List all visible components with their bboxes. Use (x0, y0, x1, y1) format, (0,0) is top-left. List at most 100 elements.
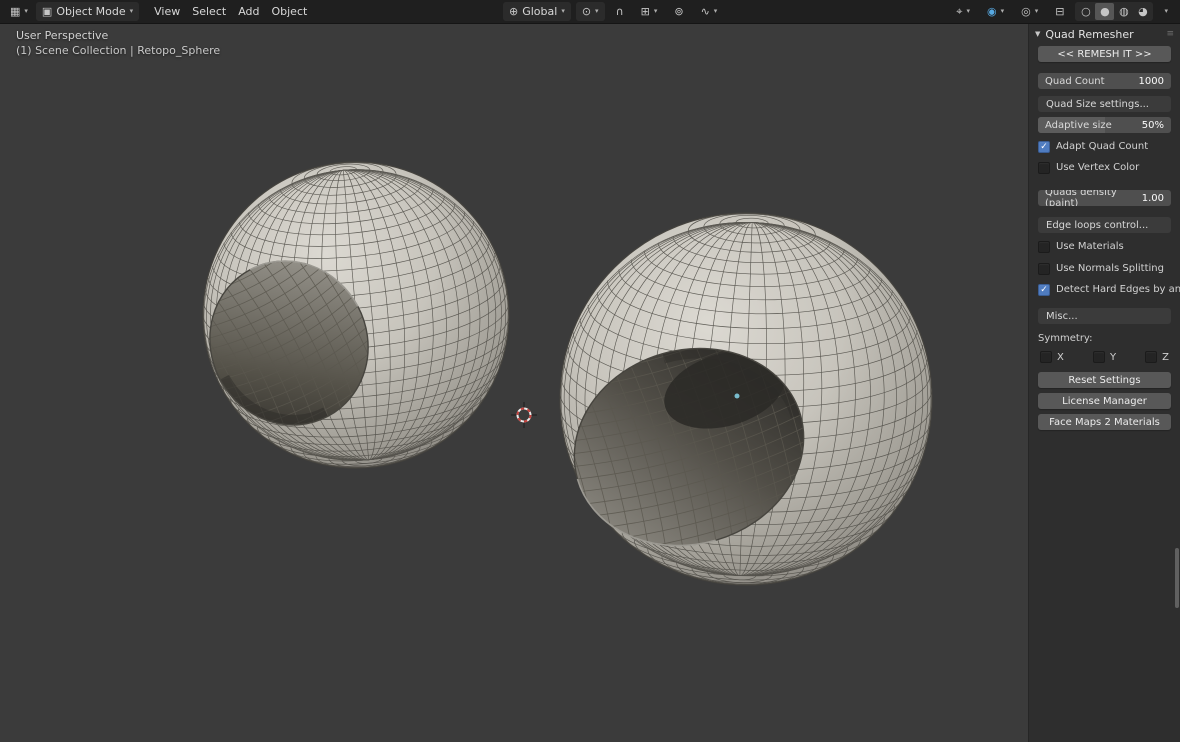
falloff-dropdown[interactable]: ∿ ▾ (695, 2, 724, 21)
reset-settings-button[interactable]: Reset Settings (1038, 372, 1171, 388)
collapse-triangle-icon[interactable]: ▼ (1035, 30, 1040, 38)
gizmo-dropdown[interactable]: ⌖ ▾ (950, 2, 976, 21)
proportional-toggle[interactable]: ⊚ (668, 2, 689, 21)
menu-view[interactable]: View (148, 2, 186, 21)
checkbox-box[interactable]: ✓ (1038, 283, 1050, 296)
checkbox-box[interactable] (1040, 351, 1052, 363)
chevron-down-icon: ▾ (1034, 7, 1039, 15)
chevron-down-icon: ▾ (713, 7, 718, 15)
field-value: 1.00 (1141, 192, 1164, 204)
axis-label: X (1057, 351, 1064, 363)
field-value: 1000 (1138, 75, 1164, 87)
magnet-icon: ∩ (615, 5, 624, 18)
overlays-dropdown[interactable]: ◎ ▾ (1015, 2, 1044, 21)
checkbox-box[interactable] (1092, 351, 1105, 363)
face-maps-button[interactable]: Face Maps 2 Materials (1038, 414, 1171, 430)
chevron-down-icon: ▾ (24, 7, 28, 15)
checkbox-label: Adapt Quad Count (1056, 141, 1149, 152)
editor-type-button[interactable]: ▦ ▾ (4, 2, 34, 21)
menu-object[interactable]: Object (265, 2, 313, 21)
chevron-down-icon: ▾ (1164, 7, 1168, 15)
overlays-toggle[interactable]: ◉ ▾ (981, 2, 1010, 21)
collection-path-label: (1) Scene Collection | Retopo_Sphere (16, 44, 221, 57)
field-value: 50% (1141, 119, 1164, 131)
symmetry-axes: X Y Z (1038, 351, 1171, 363)
viewport-info: User Perspective (1) Scene Collection | … (16, 28, 220, 58)
snap-to-icon: ⊞ (640, 5, 650, 18)
adaptive-size-slider[interactable]: Adaptive size 50% (1038, 117, 1171, 133)
checkbox-label: Use Materials (1056, 241, 1124, 252)
chevron-down-icon: ▾ (1000, 7, 1005, 15)
checkbox-label: Detect Hard Edges by angle (1056, 284, 1180, 295)
shading-mode-group: ○ ● ◍ ◕ (1075, 2, 1154, 21)
checkbox-label: Use Normals Splitting (1056, 263, 1164, 274)
field-label: Quad Count (1045, 75, 1105, 87)
shading-material-button[interactable]: ◍ (1114, 3, 1133, 20)
panel-title: Quad Remesher (1045, 27, 1134, 41)
checkbox-adapt-quad-count[interactable]: ✓ Adapt Quad Count (1038, 139, 1171, 154)
orientation-dropdown[interactable]: ⊕ Global ▾ (503, 2, 571, 21)
mode-label: Object Mode (56, 5, 126, 18)
quad-size-settings-button[interactable]: Quad Size settings... (1038, 96, 1171, 112)
quad-remesher-panel: ▼ Quad Remesher ≡ << REMESH IT >> Quad C… (1028, 24, 1180, 742)
panel-header[interactable]: ▼ Quad Remesher ≡ (1029, 24, 1180, 44)
pivot-point-icon: ⊙ (581, 5, 592, 18)
overlays-icon: ◎ (1021, 5, 1031, 18)
misc-button[interactable]: Misc... (1038, 308, 1171, 324)
checkbox-box[interactable] (1038, 161, 1050, 174)
checkbox-detect-hard-edges[interactable]: ✓ Detect Hard Edges by angle (1038, 282, 1180, 297)
solid-sphere-icon: ● (1100, 5, 1110, 18)
quads-density-field[interactable]: Quads density (paint) 1.00 (1038, 190, 1171, 206)
mode-dropdown[interactable]: ▣ Object Mode ▾ (35, 2, 140, 21)
field-label: Adaptive size (1045, 119, 1112, 131)
material-sphere-icon: ◍ (1119, 5, 1129, 18)
chevron-down-icon: ▾ (129, 7, 134, 15)
snap-settings-dropdown[interactable]: ⊞ ▾ (635, 2, 664, 21)
checkbox-box[interactable] (1145, 351, 1158, 363)
gizmo-icon: ⌖ (956, 5, 963, 18)
remesh-button[interactable]: << REMESH IT >> (1038, 46, 1171, 62)
checkbox-use-materials[interactable]: Use Materials (1038, 239, 1171, 254)
pivot-dropdown[interactable]: ⊙ ▾ (575, 2, 605, 21)
quad-count-field[interactable]: Quad Count 1000 (1038, 73, 1171, 89)
shading-solid-button[interactable]: ● (1095, 3, 1115, 20)
checkbox-label: Use Vertex Color (1056, 162, 1140, 173)
symmetry-x-toggle[interactable]: X (1040, 351, 1064, 363)
view-name-label: User Perspective (16, 29, 109, 42)
checkbox-box[interactable]: ✓ (1038, 140, 1050, 153)
panel-scrollbar[interactable] (1175, 548, 1179, 608)
orientation-globe-icon: ⊕ (509, 5, 519, 18)
axis-label: Z (1162, 351, 1169, 363)
checkbox-box[interactable] (1038, 262, 1050, 275)
editor-type-icon: ▦ (10, 5, 21, 18)
checkbox-box[interactable] (1038, 240, 1050, 253)
panel-grip-icon[interactable]: ≡ (1166, 29, 1174, 39)
edge-loops-button[interactable]: Edge loops control... (1038, 217, 1171, 233)
falloff-curve-icon: ∿ (700, 5, 710, 18)
shading-wireframe-button[interactable]: ○ (1076, 3, 1095, 20)
overlays-active-icon: ◉ (987, 5, 997, 18)
symmetry-z-toggle[interactable]: Z (1145, 351, 1169, 363)
menu-bar: View Select Add Object (148, 2, 313, 21)
menu-add[interactable]: Add (232, 2, 265, 21)
shading-rendered-button[interactable]: ◕ (1133, 3, 1152, 20)
license-manager-button[interactable]: License Manager (1038, 393, 1171, 409)
viewport-canvas[interactable] (0, 0, 1180, 742)
blender-window: ▦ ▾ ▣ Object Mode ▾ View Select Add Obje… (0, 0, 1180, 742)
shading-dropdown[interactable]: ▾ (1158, 2, 1174, 21)
symmetry-label: Symmetry: (1038, 333, 1093, 344)
menu-select[interactable]: Select (186, 2, 232, 21)
xray-icon: ⊟ (1055, 5, 1065, 18)
symmetry-y-toggle[interactable]: Y (1092, 351, 1117, 363)
wireframe-sphere-icon: ○ (1081, 5, 1091, 18)
xray-toggle[interactable]: ⊟ (1049, 2, 1070, 21)
chevron-down-icon: ▾ (653, 7, 658, 15)
chevron-down-icon: ▾ (595, 7, 599, 15)
object-origin[interactable] (734, 393, 740, 399)
snap-toggle[interactable]: ∩ (610, 2, 630, 21)
field-label: Quads density (paint) (1045, 190, 1117, 206)
axis-label: Y (1109, 351, 1117, 363)
checkbox-use-vertex-color[interactable]: Use Vertex Color (1038, 160, 1171, 175)
object-mode-icon: ▣ (41, 5, 53, 18)
checkbox-use-normals-splitting[interactable]: Use Normals Splitting (1038, 261, 1171, 276)
